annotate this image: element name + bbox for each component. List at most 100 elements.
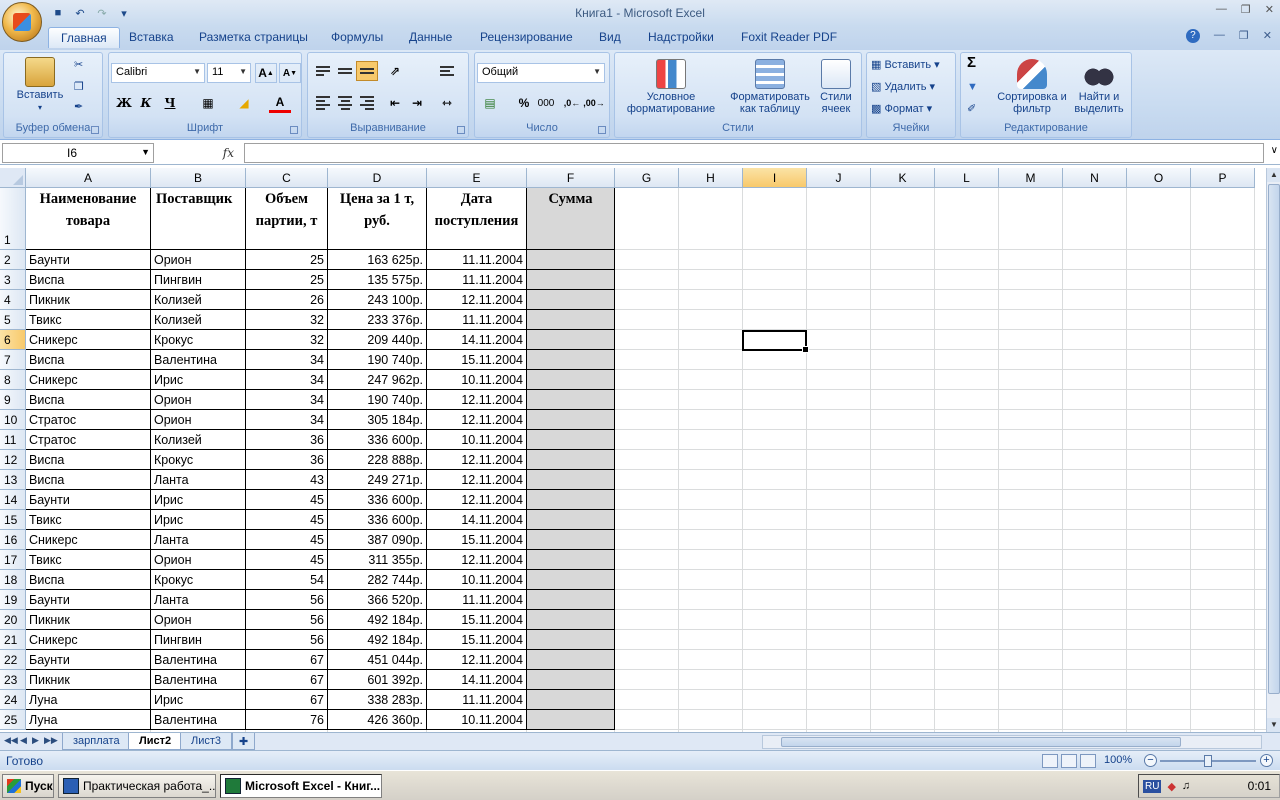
borders-icon[interactable]: ▦ bbox=[197, 93, 219, 113]
formula-input[interactable] bbox=[244, 143, 1264, 163]
find-select-button[interactable]: Найти и выделить bbox=[1069, 59, 1129, 115]
column-header-a[interactable]: A bbox=[26, 168, 151, 188]
row-header[interactable]: 4 bbox=[0, 290, 26, 310]
tab-insert[interactable]: Вставка bbox=[129, 30, 174, 44]
table-cell[interactable]: Стратос bbox=[26, 410, 151, 430]
table-cell[interactable]: 56 bbox=[246, 630, 328, 650]
row-header[interactable]: 8 bbox=[0, 370, 26, 390]
row-header[interactable]: 19 bbox=[0, 590, 26, 610]
table-cell[interactable]: Орион bbox=[151, 410, 246, 430]
table-cell[interactable]: 25 bbox=[246, 270, 328, 290]
normal-view-icon[interactable] bbox=[1042, 754, 1058, 768]
table-cell[interactable]: 11.11.2004 bbox=[427, 250, 527, 270]
table-cell[interactable]: 67 bbox=[246, 690, 328, 710]
paste-button[interactable]: Вставить ▾ bbox=[12, 57, 68, 114]
conditional-formatting-button[interactable]: Условное форматирование bbox=[619, 59, 723, 115]
zoom-knob[interactable] bbox=[1204, 755, 1212, 767]
table-cell[interactable]: Орион bbox=[151, 390, 246, 410]
table-cell[interactable] bbox=[527, 470, 615, 490]
first-sheet-icon[interactable]: ◀◀ bbox=[4, 735, 18, 746]
table-cell[interactable]: 10.11.2004 bbox=[427, 710, 527, 730]
table-cell[interactable]: Крокус bbox=[151, 570, 246, 590]
column-header-m[interactable]: M bbox=[999, 168, 1063, 188]
table-cell[interactable]: 11.11.2004 bbox=[427, 310, 527, 330]
column-header-l[interactable]: L bbox=[935, 168, 999, 188]
table-cell[interactable] bbox=[527, 710, 615, 730]
align-center-icon[interactable] bbox=[334, 93, 356, 113]
row-header[interactable]: 2 bbox=[0, 250, 26, 270]
table-cell[interactable]: Ирис bbox=[151, 690, 246, 710]
row-header[interactable]: 18 bbox=[0, 570, 26, 590]
table-cell[interactable]: Орион bbox=[151, 550, 246, 570]
table-cell[interactable]: 228 888р. bbox=[328, 450, 427, 470]
increase-decimal-icon[interactable]: ,0← bbox=[561, 93, 583, 113]
table-cell[interactable]: 45 bbox=[246, 530, 328, 550]
table-cell[interactable]: 190 740р. bbox=[328, 350, 427, 370]
table-cell[interactable]: 67 bbox=[246, 670, 328, 690]
table-cell[interactable]: Сникерс bbox=[26, 530, 151, 550]
shrink-font-icon[interactable]: A ▼ bbox=[279, 63, 301, 83]
vertical-scrollbar[interactable]: ▲ ▼ bbox=[1266, 168, 1280, 732]
table-cell[interactable] bbox=[527, 650, 615, 670]
table-cell[interactable] bbox=[527, 290, 615, 310]
table-cell[interactable]: 45 bbox=[246, 490, 328, 510]
table-cell[interactable]: Сникерс bbox=[26, 630, 151, 650]
table-cell[interactable]: 336 600р. bbox=[328, 430, 427, 450]
table-cell[interactable]: Стратос bbox=[26, 430, 151, 450]
align-middle-icon[interactable] bbox=[334, 61, 356, 81]
table-cell[interactable]: 14.11.2004 bbox=[427, 330, 527, 350]
table-cell[interactable]: 36 bbox=[246, 450, 328, 470]
table-cell[interactable]: Пикник bbox=[26, 610, 151, 630]
table-cell[interactable]: 34 bbox=[246, 370, 328, 390]
name-box[interactable]: I6 ▼ bbox=[2, 143, 154, 163]
table-cell[interactable]: 32 bbox=[246, 330, 328, 350]
column-header-g[interactable]: G bbox=[615, 168, 679, 188]
horizontal-scroll-thumb[interactable] bbox=[781, 737, 1181, 747]
column-header-h[interactable]: H bbox=[679, 168, 743, 188]
table-cell[interactable]: 492 184р. bbox=[328, 610, 427, 630]
row-header[interactable]: 24 bbox=[0, 690, 26, 710]
table-cell[interactable]: 12.11.2004 bbox=[427, 450, 527, 470]
table-cell[interactable]: 11.11.2004 bbox=[427, 590, 527, 610]
table-cell[interactable] bbox=[527, 590, 615, 610]
tab-data[interactable]: Данные bbox=[409, 30, 452, 44]
header-cell-d[interactable]: Цена за 1 т, руб. bbox=[328, 188, 427, 250]
table-cell[interactable]: 45 bbox=[246, 550, 328, 570]
row-header[interactable]: 17 bbox=[0, 550, 26, 570]
table-cell[interactable]: 32 bbox=[246, 310, 328, 330]
format-painter-icon[interactable]: ✒ bbox=[74, 101, 83, 113]
table-cell[interactable]: 426 360р. bbox=[328, 710, 427, 730]
table-cell[interactable] bbox=[527, 250, 615, 270]
table-cell[interactable] bbox=[527, 610, 615, 630]
row-header[interactable]: 3 bbox=[0, 270, 26, 290]
page-layout-view-icon[interactable] bbox=[1061, 754, 1077, 768]
table-cell[interactable]: 10.11.2004 bbox=[427, 430, 527, 450]
copy-icon[interactable]: ❐ bbox=[74, 81, 84, 93]
tab-addins[interactable]: Надстройки bbox=[648, 30, 714, 44]
table-cell[interactable]: Виспа bbox=[26, 450, 151, 470]
align-top-icon[interactable] bbox=[312, 61, 334, 81]
table-cell[interactable]: 336 600р. bbox=[328, 510, 427, 530]
row-header[interactable]: 11 bbox=[0, 430, 26, 450]
restore-workbook-icon[interactable]: ❐ bbox=[1239, 29, 1249, 43]
last-sheet-icon[interactable]: ▶▶ bbox=[44, 735, 58, 746]
table-cell[interactable]: 15.11.2004 bbox=[427, 630, 527, 650]
insert-function-button[interactable]: fx bbox=[160, 143, 242, 163]
table-cell[interactable] bbox=[527, 570, 615, 590]
number-launcher-icon[interactable] bbox=[598, 126, 606, 134]
alignment-launcher-icon[interactable] bbox=[457, 126, 465, 134]
table-cell[interactable] bbox=[527, 690, 615, 710]
table-cell[interactable]: 249 271р. bbox=[328, 470, 427, 490]
font-color-icon[interactable]: A bbox=[269, 93, 291, 113]
table-cell[interactable]: Виспа bbox=[26, 270, 151, 290]
table-cell[interactable]: 190 740р. bbox=[328, 390, 427, 410]
table-cell[interactable] bbox=[527, 270, 615, 290]
font-size-select[interactable]: 11 ▼ bbox=[207, 63, 251, 83]
decrease-indent-icon[interactable]: ⇤ bbox=[384, 93, 406, 113]
column-header-d[interactable]: D bbox=[328, 168, 427, 188]
next-sheet-icon[interactable]: ▶ bbox=[32, 735, 39, 746]
row-header[interactable]: 25 bbox=[0, 710, 26, 730]
percent-button[interactable]: % bbox=[513, 93, 535, 113]
table-cell[interactable]: 305 184р. bbox=[328, 410, 427, 430]
table-cell[interactable]: 209 440р. bbox=[328, 330, 427, 350]
